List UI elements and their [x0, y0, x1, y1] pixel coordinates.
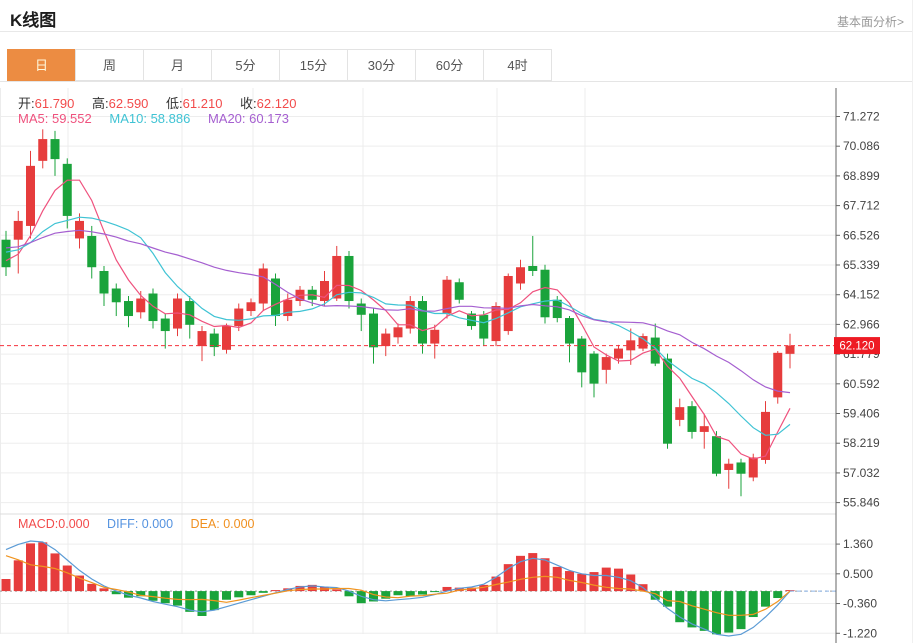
price-axis: 71.272 70.086 68.899 67.712 66.526 65.339 64.1… [836, 88, 880, 643]
svg-text:58.219: 58.219 [843, 436, 880, 450]
svg-text:66.526: 66.526 [843, 228, 880, 242]
tab-30min[interactable]: 30分 [347, 49, 416, 81]
candlestick-series [2, 129, 795, 496]
grid-lines [0, 88, 836, 634]
tab-day[interactable]: 日 [7, 49, 76, 81]
macd-dea-line [6, 556, 790, 616]
kline-chart-panel: K线图 基本面分析> 日周月5分15分30分60分4时 71.272 70.086… [0, 0, 913, 643]
svg-text:62.966: 62.966 [843, 317, 880, 331]
svg-text:1.360: 1.360 [843, 537, 873, 551]
kline-chart-canvas[interactable]: 71.272 70.086 68.899 67.712 66.526 65.339 64.1… [0, 88, 913, 643]
period-tabbar: 日周月5分15分30分60分4时 [8, 49, 552, 81]
svg-text:-1.220: -1.220 [843, 626, 877, 640]
svg-text:65.339: 65.339 [843, 258, 880, 272]
macd-diff-line [6, 541, 790, 636]
tab-4hour[interactable]: 4时 [483, 49, 552, 81]
tab-15min[interactable]: 15分 [279, 49, 348, 81]
ma20-line [6, 230, 790, 392]
svg-text:-0.360: -0.360 [843, 597, 877, 611]
svg-text:60.592: 60.592 [843, 377, 880, 391]
tab-5min[interactable]: 5分 [211, 49, 280, 81]
header-divider [0, 31, 913, 32]
svg-text:70.086: 70.086 [843, 139, 880, 153]
svg-text:55.846: 55.846 [843, 496, 880, 510]
current-price-badge: 62.120 [834, 337, 880, 354]
svg-text:68.899: 68.899 [843, 169, 880, 183]
page-title: K线图 [10, 6, 56, 31]
ma5-line [6, 180, 790, 459]
svg-text:71.272: 71.272 [843, 110, 880, 124]
tab-month[interactable]: 月 [143, 49, 212, 81]
svg-text:62.120: 62.120 [839, 341, 874, 353]
svg-text:0.500: 0.500 [843, 567, 873, 581]
svg-text:57.032: 57.032 [843, 466, 880, 480]
svg-text:64.152: 64.152 [843, 288, 880, 302]
macd-histogram [2, 542, 795, 634]
svg-text:59.406: 59.406 [843, 407, 880, 421]
chart-area: 71.272 70.086 68.899 67.712 66.526 65.339 64.1… [0, 88, 913, 643]
tab-week[interactable]: 周 [75, 49, 144, 81]
svg-text:67.712: 67.712 [843, 199, 880, 213]
fundamental-analysis-link[interactable]: 基本面分析> [837, 13, 904, 30]
tab-60min[interactable]: 60分 [415, 49, 484, 81]
